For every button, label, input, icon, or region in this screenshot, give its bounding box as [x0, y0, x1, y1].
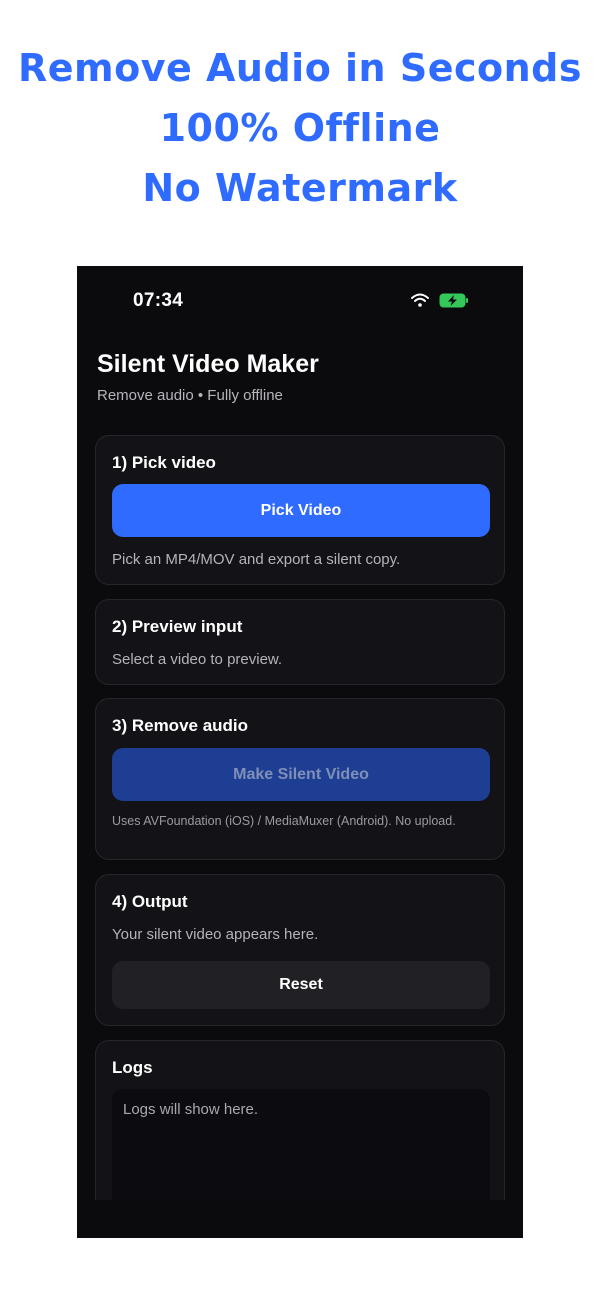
bottom-bar [77, 1200, 523, 1238]
battery-charging-icon [439, 293, 468, 308]
logs-title: Logs [112, 1058, 153, 1077]
remove-audio-title: 3) Remove audio [112, 716, 249, 735]
promo-headline-1: Remove Audio in Seconds [18, 46, 582, 90]
remove-audio-note: Uses AVFoundation (iOS) / MediaMuxer (An… [112, 814, 456, 828]
status-time: 07:34 [133, 290, 184, 311]
app-title: Silent Video Maker [97, 350, 319, 378]
app-subtitle: Remove audio • Fully offline [97, 387, 283, 404]
pick-video-hint: Pick an MP4/MOV and export a silent copy… [112, 551, 401, 568]
logs-placeholder: Logs will show here. [123, 1101, 259, 1118]
pick-video-title: 1) Pick video [112, 453, 216, 472]
promo-headline-2: 100% Offline [159, 106, 441, 150]
output-card: 4) Output Your silent video appears here… [95, 874, 505, 1026]
remove-audio-card: 3) Remove audio Make Silent Video Uses A… [95, 698, 505, 860]
preview-input-title: 2) Preview input [112, 617, 243, 636]
preview-input-hint: Select a video to preview. [112, 651, 283, 668]
preview-input-card: 2) Preview input Select a video to previ… [95, 599, 505, 685]
output-hint: Your silent video appears here. [112, 926, 319, 943]
promo-headline-3: No Watermark [142, 166, 458, 210]
wifi-icon [411, 293, 429, 307]
phone-screen: 07:34 Silent Video Maker Remove audio • … [77, 266, 523, 1238]
pick-video-card: 1) Pick video Pick Video Pick an MP4/MOV… [95, 435, 505, 585]
output-title: 4) Output [112, 892, 188, 911]
reset-button[interactable]: Reset [112, 961, 490, 1009]
pick-video-button[interactable]: Pick Video [112, 484, 490, 537]
make-silent-video-button[interactable]: Make Silent Video [112, 748, 490, 801]
